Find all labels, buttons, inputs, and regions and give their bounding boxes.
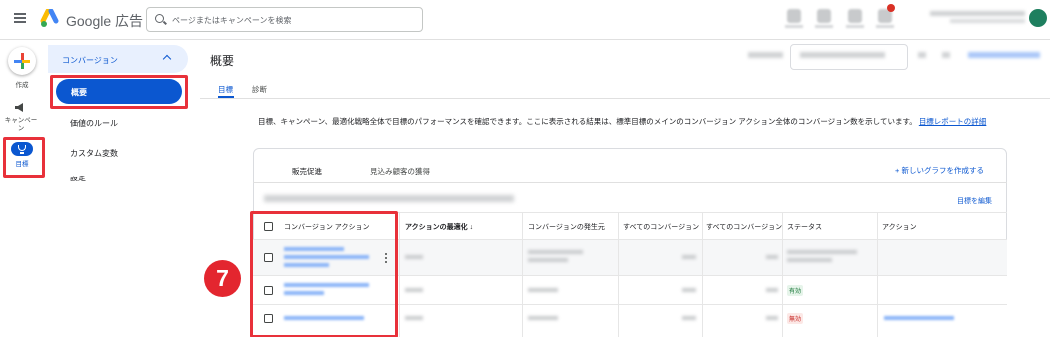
cell-redacted <box>787 250 857 254</box>
action-link-redacted[interactable] <box>884 316 954 320</box>
conversion-action-column-highlight <box>250 211 398 337</box>
cell-redacted <box>528 250 583 254</box>
col-all-conversions-1[interactable]: すべてのコンバージョン <box>623 222 699 232</box>
cell-redacted <box>682 288 696 292</box>
chart-tab-leads[interactable]: 見込み顧客の獲得 <box>370 166 430 177</box>
next-period-icon[interactable] <box>942 52 950 58</box>
goals-label[interactable]: 目標 <box>10 158 34 168</box>
step-number-badge: 7 <box>204 260 241 297</box>
cell-redacted <box>405 288 423 292</box>
cell-redacted <box>766 288 778 292</box>
product-name: Google 広告 <box>66 13 144 29</box>
menu-item-value-rules[interactable]: 価値のルール <box>70 118 118 129</box>
plus-icon-bar <box>14 59 30 63</box>
cell-redacted <box>405 316 423 320</box>
column-divider <box>399 213 400 337</box>
date-range-label-redacted <box>748 52 783 58</box>
col-all-conversions-2[interactable]: すべてのコンバージョン <box>706 222 782 232</box>
refresh-icon[interactable] <box>817 9 831 23</box>
col-conversion-source[interactable]: コンバージョンの発生元 <box>528 222 605 232</box>
tab-divider <box>200 98 1050 99</box>
page-title: 概要 <box>210 54 235 68</box>
menu-item-overview[interactable]: 概要 <box>56 79 182 104</box>
cell-redacted <box>528 288 558 292</box>
chart-tab-sales[interactable]: 販売促進 <box>292 166 322 177</box>
trophy-icon <box>18 145 26 151</box>
top-bar: Google 広告 ページまたはキャンペーンを検索 <box>0 0 1050 40</box>
account-id-redacted <box>950 19 1025 23</box>
cell-redacted <box>787 258 832 262</box>
prev-period-icon[interactable] <box>918 52 926 58</box>
edit-goals-button[interactable]: 目標を編集 <box>957 196 992 206</box>
goal-report-details-link[interactable]: 目標レポートの詳細 <box>919 117 987 126</box>
status-badge: 有効 <box>787 285 804 296</box>
page-description: 目標、キャンペーン、最適化戦略全体で目標のパフォーマンスを確認できます。ここに表… <box>258 117 1008 127</box>
col-action-optimization[interactable]: アクションの最適化 ↓ <box>405 222 473 232</box>
search-icon <box>155 14 164 23</box>
card-divider <box>253 182 1007 183</box>
menu-section-label: コンバージョン <box>62 56 118 65</box>
col-status[interactable]: ステータス <box>787 222 822 232</box>
appearance-icon[interactable] <box>787 9 801 23</box>
header-link-redacted[interactable] <box>968 52 1040 58</box>
create-label: 作成 <box>15 82 29 89</box>
column-divider <box>618 213 619 337</box>
table-title-redacted <box>264 195 514 202</box>
trophy-icon-base <box>20 152 24 154</box>
search-placeholder: ページまたはキャンペーンを検索 <box>172 16 292 25</box>
column-divider <box>877 213 878 337</box>
date-range-value-redacted <box>800 52 885 58</box>
menu-icon[interactable] <box>14 13 26 23</box>
appearance-label <box>785 25 803 28</box>
tab-goals[interactable]: 目標 <box>218 84 233 95</box>
help-label <box>846 25 864 28</box>
column-divider <box>522 213 523 337</box>
campaign-label[interactable]: キャンペーン <box>2 117 40 133</box>
cell-redacted <box>766 316 778 320</box>
megaphone-icon[interactable] <box>14 103 27 112</box>
notification-badge <box>887 4 895 12</box>
help-icon[interactable] <box>848 9 862 23</box>
account-name-redacted[interactable] <box>930 11 1025 16</box>
column-divider <box>702 213 703 337</box>
create-graph-button[interactable]: + 新しいグラフを作成する <box>895 165 984 176</box>
menu-item-settings[interactable]: 設定 <box>70 176 86 181</box>
col-action[interactable]: アクション <box>882 222 917 232</box>
search-input[interactable]: ページまたはキャンペーンを検索 <box>146 7 423 32</box>
tab-diagnostics[interactable]: 診断 <box>252 84 267 95</box>
cell-redacted <box>682 316 696 320</box>
create-button[interactable] <box>8 47 36 75</box>
goals-nav-button[interactable] <box>11 142 33 156</box>
cell-redacted <box>766 255 778 259</box>
cell-redacted <box>405 255 423 259</box>
description-text: 目標、キャンペーン、最適化戦略全体で目標のパフォーマンスを確認できます。ここに表… <box>258 117 917 126</box>
cell-redacted <box>528 316 558 320</box>
cell-redacted <box>682 255 696 259</box>
notification-label <box>876 25 894 28</box>
status-badge: 無効 <box>787 313 804 324</box>
menu-item-custom-variables[interactable]: カスタム変数 <box>70 148 118 159</box>
avatar[interactable] <box>1029 9 1047 27</box>
column-divider <box>782 213 783 337</box>
menu-item-overview-label: 概要 <box>71 88 87 97</box>
google-ads-logo[interactable] <box>40 9 62 29</box>
cell-redacted <box>528 258 568 262</box>
refresh-label <box>815 25 833 28</box>
